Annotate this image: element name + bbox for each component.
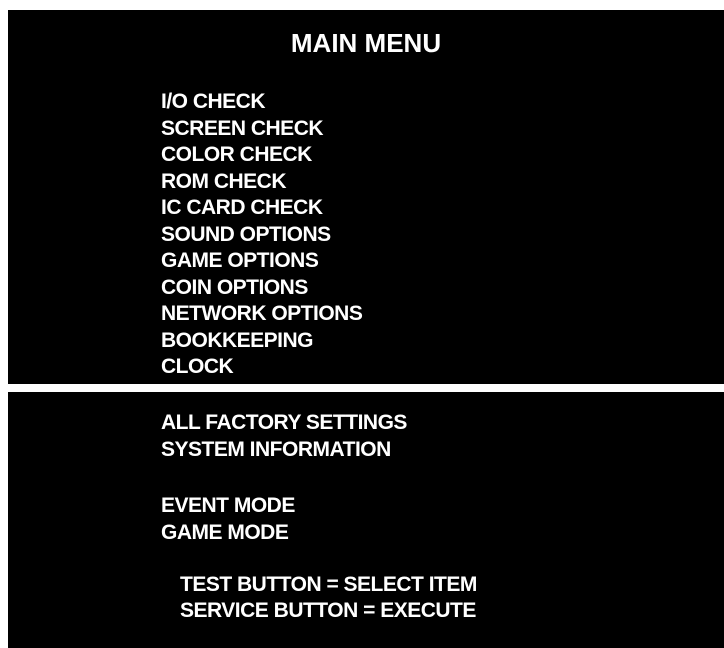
menu-title: MAIN MENU	[290, 28, 442, 58]
button-instructions: TEST BUTTON = SELECT ITEM SERVICE BUTTON…	[180, 572, 477, 624]
menu-item-game-mode[interactable]: GAME MODE	[161, 520, 295, 547]
menu-item-color-check[interactable]: COLOR CHECK	[161, 142, 362, 169]
instruction-service-button: SERVICE BUTTON = EXECUTE	[180, 599, 476, 622]
main-menu-screen-bottom: ALL FACTORY SETTINGS SYSTEM INFORMATION …	[8, 392, 724, 648]
menu-item-game-options[interactable]: GAME OPTIONS	[161, 248, 362, 275]
menu-item-rom-check[interactable]: ROM CHECK	[161, 169, 362, 196]
mode-menu-list: EVENT MODE GAME MODE	[161, 493, 295, 546]
main-menu-screen-top: MAIN MENU I/O CHECK SCREEN CHECK COLOR C…	[8, 10, 724, 384]
menu-item-all-factory-settings[interactable]: ALL FACTORY SETTINGS	[161, 410, 407, 437]
main-menu-list: I/O CHECK SCREEN CHECK COLOR CHECK ROM C…	[161, 89, 363, 381]
menu-item-clock[interactable]: CLOCK	[161, 354, 362, 381]
menu-item-screen-check[interactable]: SCREEN CHECK	[161, 116, 362, 143]
menu-item-sound-options[interactable]: SOUND OPTIONS	[161, 222, 362, 249]
settings-menu-list: ALL FACTORY SETTINGS SYSTEM INFORMATION	[161, 410, 407, 463]
menu-item-network-options[interactable]: NETWORK OPTIONS	[161, 301, 363, 328]
menu-item-bookkeeping[interactable]: BOOKKEEPING	[161, 328, 362, 355]
menu-item-io-check[interactable]: I/O CHECK	[161, 89, 362, 116]
menu-item-coin-options[interactable]: COIN OPTIONS	[161, 275, 362, 302]
menu-item-event-mode[interactable]: EVENT MODE	[161, 493, 295, 520]
instruction-test-button: TEST BUTTON = SELECT ITEM	[180, 573, 477, 596]
menu-item-system-information[interactable]: SYSTEM INFORMATION	[161, 437, 407, 464]
menu-item-ic-card-check[interactable]: IC CARD CHECK	[161, 195, 362, 222]
